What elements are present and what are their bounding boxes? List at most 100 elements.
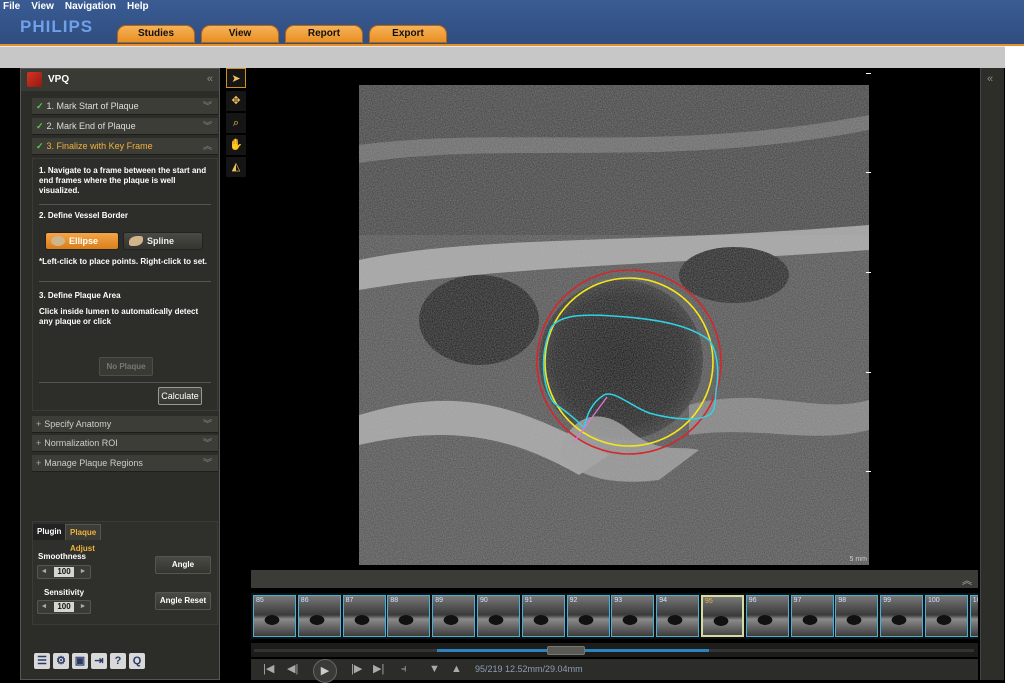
smoothness-value[interactable]: 100: [54, 567, 74, 577]
thumbnail-frame[interactable]: 95: [701, 595, 744, 637]
select-arrow-icon[interactable]: ➤: [226, 68, 246, 88]
tab-export[interactable]: Export: [369, 25, 447, 43]
expand-panel-icon[interactable]: «: [987, 73, 993, 85]
step-mark-end[interactable]: ✓ 2. Mark End of Plaque ︾: [32, 118, 218, 135]
thumbnail-number: 90: [480, 597, 488, 604]
image-viewer[interactable]: 5 mm: [249, 68, 979, 566]
scrub-handle[interactable]: [547, 646, 585, 655]
sensitivity-value[interactable]: 100: [54, 602, 74, 612]
last-frame-icon[interactable]: ▶|: [373, 663, 384, 676]
calculate-button[interactable]: Calculate: [158, 387, 202, 405]
loop-icon[interactable]: ⫞: [401, 663, 407, 676]
increment-icon[interactable]: ►: [78, 566, 88, 578]
menu-file[interactable]: File: [3, 0, 20, 14]
speed-up-icon[interactable]: ▲: [451, 663, 462, 676]
speckle-noise: [359, 85, 869, 565]
decrement-icon[interactable]: ◄: [39, 601, 49, 613]
step3-content: 1. Navigate to a frame between the start…: [32, 158, 218, 411]
no-plaque-button[interactable]: No Plaque: [99, 357, 153, 376]
tab-studies[interactable]: Studies: [117, 25, 195, 43]
thumbnail-number: 10: [972, 597, 978, 604]
menu-help[interactable]: Help: [127, 0, 149, 14]
play-button[interactable]: ▶: [313, 659, 337, 683]
step-label: Manage Plaque Regions: [44, 458, 143, 468]
angle-button[interactable]: Angle: [155, 556, 211, 574]
thumbnail-frame[interactable]: 90: [477, 595, 520, 637]
ultrasound-image[interactable]: [359, 85, 869, 565]
plus-icon: +: [36, 419, 42, 429]
magnify-icon[interactable]: ⌕: [226, 113, 246, 133]
step-manage-plaque-regions[interactable]: + Manage Plaque Regions ︾: [32, 455, 218, 472]
thumbnail-frame[interactable]: 97: [790, 595, 834, 637]
toolbar-strip: [0, 46, 1024, 68]
settings-icon[interactable]: ⚙: [53, 653, 69, 669]
vpq-logo-icon: [27, 72, 42, 87]
angle-reset-button[interactable]: Angle Reset: [155, 592, 211, 610]
spline-icon: [129, 236, 143, 246]
check-icon: ✓: [36, 101, 44, 111]
thumbnail-frame[interactable]: 10: [969, 595, 978, 637]
decrement-icon[interactable]: ◄: [39, 566, 49, 578]
list-icon[interactable]: ☰: [34, 653, 50, 669]
menu-view[interactable]: View: [31, 0, 54, 14]
thumbnail-frame[interactable]: 87: [342, 595, 386, 637]
tool-strip: ➤ ✥ ⌕ ✋ ◭: [226, 68, 246, 178]
tab-plugin[interactable]: Plugin: [33, 524, 66, 540]
zoom-icon[interactable]: ✥: [226, 91, 246, 111]
menu-navigation[interactable]: Navigation: [65, 0, 116, 14]
thumbnail-frame[interactable]: 88: [387, 595, 431, 637]
tab-report[interactable]: Report: [285, 25, 363, 43]
check-icon: ✓: [36, 121, 44, 131]
exit-icon[interactable]: ⇥: [91, 653, 107, 669]
step-label: 2. Mark End of Plaque: [46, 121, 136, 131]
measure-icon[interactable]: ◭: [226, 157, 246, 177]
smoothness-stepper[interactable]: ◄ 100 ►: [37, 565, 91, 579]
increment-icon[interactable]: ►: [78, 601, 88, 613]
thumbnail-frame[interactable]: 92: [566, 595, 610, 637]
step-finalize-key-frame[interactable]: ✓ 3. Finalize with Key Frame ︽: [32, 138, 218, 155]
tab-plaque-adjust[interactable]: Plaque Adjust: [65, 524, 102, 553]
thumbnail-frame[interactable]: 86: [297, 595, 341, 637]
thumbnail-frame[interactable]: 100: [925, 595, 968, 637]
thumbnail-frame[interactable]: 99: [880, 595, 924, 637]
frame-readout: 95/219 12.52mm/29.04mm: [475, 664, 583, 674]
first-frame-icon[interactable]: |◀: [263, 663, 274, 676]
save-icon[interactable]: ▣: [72, 653, 88, 669]
search-icon[interactable]: Q: [129, 653, 145, 669]
thumbnail-frame[interactable]: 94: [656, 595, 700, 637]
ellipse-button[interactable]: Ellipse: [45, 232, 119, 250]
sensitivity-stepper[interactable]: ◄ 100 ►: [37, 600, 91, 614]
help-icon[interactable]: ?: [110, 653, 126, 669]
cine-controls: |◀ ◀| ▶ |▶ ▶| ⫞ ▼ ▲ 95/219 12.52mm/29.04…: [251, 659, 978, 683]
collapse-panel-icon[interactable]: «: [207, 73, 213, 85]
expand-up-icon[interactable]: ︽: [962, 572, 972, 587]
chevron-down-icon: ︾: [202, 438, 212, 448]
right-margin: [1005, 46, 1024, 683]
spline-button[interactable]: Spline: [123, 232, 203, 250]
step-forward-icon[interactable]: |▶: [351, 663, 362, 676]
thumbnail-frame[interactable]: 96: [745, 595, 789, 637]
step-specify-anatomy[interactable]: + Specify Anatomy ︾: [32, 416, 218, 433]
thumbnail-frame[interactable]: 89: [432, 595, 476, 637]
chevron-down-icon: ︾: [202, 101, 212, 111]
thumbnail-frame[interactable]: 98: [835, 595, 879, 637]
scale-tick: [866, 272, 871, 273]
thumbnail-frame[interactable]: 85: [253, 595, 296, 637]
scale-tick: [866, 73, 871, 74]
app-window: File View Navigation Help PHILIPS Studie…: [0, 0, 1024, 683]
tab-view[interactable]: View: [201, 25, 279, 43]
step-normalization-roi[interactable]: + Normalization ROI ︾: [32, 435, 218, 452]
check-icon: ✓: [36, 141, 44, 151]
step-mark-start[interactable]: ✓ 1. Mark Start of Plaque ︾: [32, 98, 218, 115]
scale-tick: [866, 372, 871, 373]
thumbnail-frame[interactable]: 93: [611, 595, 655, 637]
step-label: Specify Anatomy: [44, 419, 112, 429]
pan-hand-icon[interactable]: ✋: [226, 135, 246, 155]
thumbnail-number: 100: [928, 597, 940, 604]
step-back-icon[interactable]: ◀|: [287, 663, 298, 676]
thumbnail-frame[interactable]: 91: [521, 595, 565, 637]
app-header: File View Navigation Help PHILIPS Studie…: [0, 0, 1024, 46]
cine-scrubber[interactable]: [251, 643, 978, 657]
speed-down-icon[interactable]: ▼: [429, 663, 440, 676]
thumbnail-number: 86: [300, 597, 309, 604]
